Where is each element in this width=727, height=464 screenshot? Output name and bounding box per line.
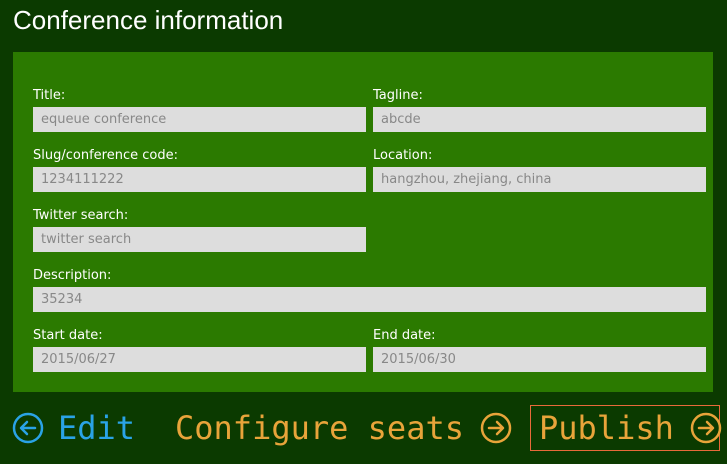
configure-seats-button-label: Configure seats <box>175 409 464 447</box>
start-date-label: Start date: <box>33 328 103 343</box>
page-title: Conference information <box>13 5 284 35</box>
twitter-search-label: Twitter search: <box>33 208 129 223</box>
title-label: Title: <box>33 88 66 103</box>
tagline-input[interactable]: abcde <box>373 107 706 132</box>
twitter-search-input[interactable]: twitter search <box>33 227 366 252</box>
edit-button[interactable]: Edit <box>12 408 135 448</box>
location-input[interactable]: hangzhou, zhejiang, china <box>373 167 706 192</box>
end-date-input[interactable]: 2015/06/30 <box>373 347 706 372</box>
publish-button[interactable]: Publish <box>530 405 722 451</box>
description-input[interactable]: 35234 <box>33 287 706 312</box>
arrow-right-circle-icon <box>690 412 722 444</box>
start-date-input[interactable]: 2015/06/27 <box>33 347 366 372</box>
tagline-label: Tagline: <box>373 88 423 103</box>
conference-form-panel: Title: equeue conference Tagline: abcde … <box>13 52 713 392</box>
description-label: Description: <box>33 268 112 283</box>
end-date-label: End date: <box>373 328 436 343</box>
slug-input[interactable]: 1234111222 <box>33 167 366 192</box>
arrow-right-circle-icon <box>480 412 512 444</box>
edit-button-label: Edit <box>58 409 136 447</box>
publish-button-label: Publish <box>539 409 674 447</box>
slug-label: Slug/conference code: <box>33 148 178 163</box>
arrow-left-circle-icon <box>12 412 44 444</box>
configure-seats-button[interactable]: Configure seats <box>175 408 512 448</box>
action-bar: Edit Configure seats Publish <box>0 400 727 464</box>
title-input[interactable]: equeue conference <box>33 107 366 132</box>
location-label: Location: <box>373 148 433 163</box>
